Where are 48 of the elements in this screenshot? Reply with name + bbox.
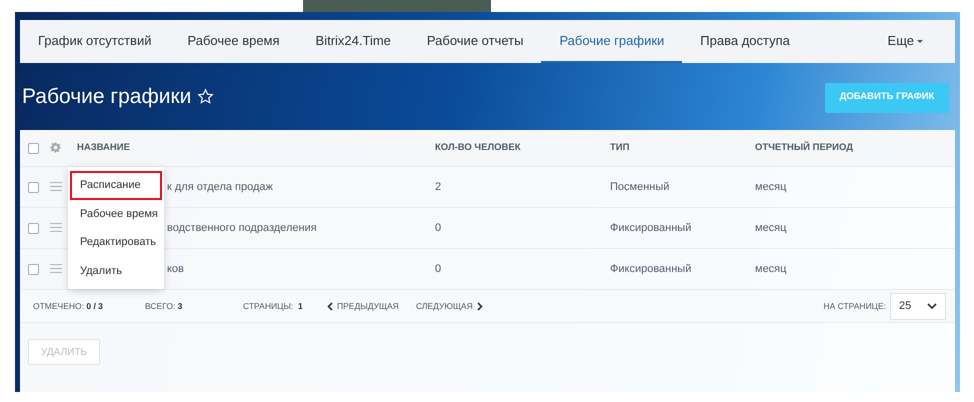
menu-icon[interactable] — [50, 264, 62, 274]
tab[interactable]: Bitrix24.Time — [298, 20, 409, 63]
menu-item[interactable]: Рабочее время — [70, 200, 162, 228]
table-cell: месяц — [755, 222, 786, 234]
table-cell: Посменный — [610, 180, 670, 193]
row-checkbox[interactable] — [28, 182, 39, 192]
next-page-link[interactable]: СЛЕДУЮЩАЯ — [416, 300, 483, 312]
table-cell: 0 — [435, 262, 442, 275]
schedule-name-link[interactable]: водственного подразделения — [167, 222, 317, 234]
row-checkbox[interactable] — [28, 222, 39, 234]
tab[interactable]: Рабочие отчеты — [408, 20, 542, 63]
tab[interactable]: Рабочее время — [169, 20, 298, 63]
footer-text: ВСЕГО: 3 — [145, 300, 184, 312]
menu-item[interactable]: Расписание — [70, 171, 162, 200]
chevron-left-icon — [327, 302, 333, 310]
caret-icon — [917, 38, 923, 42]
table-cell: месяц — [755, 180, 786, 193]
table-cell: 2 — [435, 180, 442, 193]
schedule-name-link[interactable]: ков — [167, 262, 184, 275]
column-header[interactable]: ОТЧЕТНЫЙ ПЕРИОД — [755, 142, 853, 153]
previous-page-link[interactable]: ПРЕДЫДУЩАЯ — [327, 300, 416, 312]
footer-text: СТРАНИЦЫ: 1 — [243, 300, 304, 312]
tab[interactable]: График отсутствий — [20, 20, 170, 63]
page-title: Рабочие графики — [22, 84, 192, 110]
schedule-name-link[interactable]: к для отдела продаж — [167, 180, 273, 193]
more-menu[interactable]: Еще — [870, 20, 941, 63]
chevron-down-icon — [927, 303, 937, 309]
column-header[interactable]: КОЛ-ВО ЧЕЛОВЕК — [435, 142, 520, 153]
table-cell: месяц — [755, 262, 786, 275]
menu-item[interactable]: Редактировать — [70, 228, 162, 256]
settings-icon[interactable] — [50, 142, 61, 153]
tab[interactable]: Права доступа — [682, 20, 808, 63]
tab[interactable]: Рабочие графики — [541, 20, 682, 63]
footer-text: НА СТРАНИЦЕ: — [823, 300, 886, 312]
menu-item[interactable]: Удалить — [70, 256, 162, 285]
column-header[interactable]: НАЗВАНИЕ — [77, 142, 130, 153]
table-cell: 0 — [435, 222, 442, 234]
menu-icon[interactable] — [50, 182, 62, 192]
footer-text: ОТМЕЧЕНО: 0 / 3 — [33, 300, 104, 312]
table-cell: Фиксированный — [610, 262, 692, 275]
chevron-right-icon — [476, 302, 483, 310]
row-checkbox[interactable] — [28, 264, 39, 274]
star-icon[interactable] — [197, 88, 214, 105]
select-all-checkbox[interactable] — [28, 142, 39, 154]
per-page-select[interactable]: 25 — [890, 292, 946, 320]
table-cell: Фиксированный — [610, 222, 692, 234]
column-header[interactable]: ТИП — [610, 142, 630, 153]
menu-icon[interactable] — [50, 223, 62, 232]
